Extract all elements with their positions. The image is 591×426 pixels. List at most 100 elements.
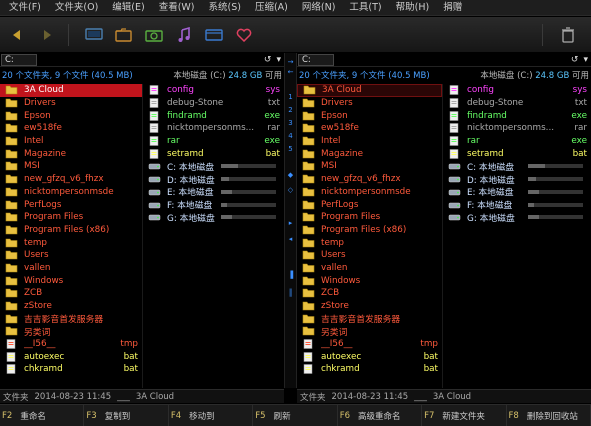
folder-row[interactable]: 3A Cloud bbox=[0, 84, 142, 97]
folder-row[interactable]: ZCB bbox=[0, 287, 142, 300]
arrow-right-icon[interactable]: → bbox=[285, 58, 296, 66]
tab-number[interactable]: 2 bbox=[285, 106, 296, 114]
file-row[interactable]: __I56__ tmp bbox=[0, 338, 142, 351]
window-icon[interactable] bbox=[201, 22, 227, 48]
folder-row[interactable]: Program Files (x86) bbox=[297, 224, 442, 237]
drive-selector[interactable]: C: bbox=[1, 53, 37, 66]
drive-row[interactable]: C: 本地磁盘 bbox=[443, 160, 591, 173]
folder-row[interactable]: 3A Cloud bbox=[297, 84, 442, 97]
refresh-icon[interactable]: ↺ bbox=[264, 55, 272, 65]
folder-row[interactable]: Intel bbox=[0, 135, 142, 148]
drive-row[interactable]: C: 本地磁盘 bbox=[143, 160, 284, 173]
chevron-down-icon[interactable]: ▾ bbox=[583, 55, 588, 65]
menu-item[interactable]: 文件(F) bbox=[2, 0, 48, 16]
menu-item[interactable]: 网络(N) bbox=[295, 0, 343, 16]
drive-row[interactable]: E: 本地磁盘 bbox=[443, 186, 591, 198]
chevron-down-icon[interactable]: ▾ bbox=[276, 55, 281, 65]
folder-row[interactable]: Magazine bbox=[0, 147, 142, 160]
arrow-left-small-icon[interactable]: ◂ bbox=[285, 235, 296, 243]
file-row[interactable]: autoexec bat bbox=[297, 350, 442, 363]
folder-row[interactable]: new_gfzq_v6_fhzx bbox=[0, 173, 142, 186]
file-row[interactable]: config sys bbox=[143, 84, 284, 97]
back-arrow-icon[interactable] bbox=[4, 22, 30, 48]
folder-row[interactable]: Epson bbox=[297, 109, 442, 122]
folder-row[interactable]: MSI bbox=[0, 160, 142, 173]
drive-row[interactable]: D: 本地磁盘 bbox=[143, 173, 284, 186]
folder-row[interactable]: 吉吉影音首发服务器 bbox=[0, 312, 142, 325]
arrow-left-icon[interactable]: ← bbox=[285, 68, 296, 76]
file-row[interactable]: config sys bbox=[443, 84, 591, 97]
heart-icon[interactable] bbox=[231, 22, 257, 48]
menu-item[interactable]: 文件夹(O) bbox=[48, 0, 105, 16]
folder-row[interactable]: nicktompersonmsde bbox=[0, 186, 142, 199]
menu-item[interactable]: 查看(W) bbox=[152, 0, 202, 16]
folder-row[interactable]: Program Files bbox=[0, 211, 142, 224]
menu-item[interactable]: 压缩(A) bbox=[248, 0, 295, 16]
folder-row[interactable]: ew518fe bbox=[297, 122, 442, 135]
drive-row[interactable]: G: 本地磁盘 bbox=[443, 211, 591, 224]
folder-row[interactable]: Drivers bbox=[297, 97, 442, 110]
tab-number[interactable]: 3 bbox=[285, 119, 296, 127]
function-key-f2[interactable]: F2 重命名 bbox=[0, 405, 85, 426]
drive-row[interactable]: G: 本地磁盘 bbox=[143, 211, 284, 224]
folder-row[interactable]: nicktompersonmsde bbox=[297, 186, 442, 199]
monitor-icon[interactable] bbox=[81, 22, 107, 48]
folder-row[interactable]: ew518fe bbox=[0, 122, 142, 135]
file-row[interactable]: rar exe bbox=[443, 135, 591, 148]
folder-row[interactable]: PerfLogs bbox=[0, 198, 142, 211]
drive-row[interactable]: D: 本地磁盘 bbox=[443, 173, 591, 186]
folder-row[interactable]: Program Files (x86) bbox=[0, 224, 142, 237]
tab-number[interactable]: 4 bbox=[285, 132, 296, 140]
folder-row[interactable]: Drivers bbox=[0, 97, 142, 110]
file-row[interactable]: findramd exe bbox=[443, 109, 591, 122]
folder-row[interactable]: Magazine bbox=[297, 147, 442, 160]
menu-item[interactable]: 帮助(H) bbox=[389, 0, 437, 16]
folder-row[interactable]: zStore bbox=[0, 300, 142, 313]
drive-row[interactable]: F: 本地磁盘 bbox=[443, 198, 591, 211]
forward-arrow-icon[interactable] bbox=[34, 22, 60, 48]
bars-icon[interactable]: ▐ bbox=[285, 271, 296, 279]
folder-row[interactable]: new_gfzq_v6_fhzx bbox=[297, 173, 442, 186]
folder-row[interactable]: Users bbox=[0, 249, 142, 262]
folder-row[interactable]: Program Files bbox=[297, 211, 442, 224]
folder-row[interactable]: Windows bbox=[297, 274, 442, 287]
function-key-f3[interactable]: F3 复制到 bbox=[84, 405, 169, 426]
folder-row[interactable]: Users bbox=[297, 249, 442, 262]
folder-row[interactable]: zStore bbox=[297, 300, 442, 313]
menu-item[interactable]: 工具(T) bbox=[342, 0, 388, 16]
folder-row[interactable]: temp bbox=[297, 236, 442, 249]
drive-row[interactable]: F: 本地磁盘 bbox=[143, 198, 284, 211]
menu-item[interactable]: 系统(S) bbox=[202, 0, 248, 16]
function-key-f6[interactable]: F6 高级重命名 bbox=[338, 405, 423, 426]
folder-row[interactable]: ZCB bbox=[297, 287, 442, 300]
trash-icon[interactable] bbox=[555, 22, 581, 48]
file-row[interactable]: debug-Stone txt bbox=[143, 97, 284, 110]
folders-icon[interactable] bbox=[111, 22, 137, 48]
folder-row[interactable]: PerfLogs bbox=[297, 198, 442, 211]
file-row[interactable]: setramd bat bbox=[443, 147, 591, 160]
file-row[interactable]: debug-Stone txt bbox=[443, 97, 591, 110]
file-row[interactable]: chkramd bat bbox=[0, 363, 142, 376]
folder-row[interactable]: 另类词 bbox=[297, 325, 442, 338]
columns-icon[interactable]: ║ bbox=[285, 289, 296, 297]
file-row[interactable]: findramd exe bbox=[143, 109, 284, 122]
diamond-icon[interactable]: ◆ bbox=[285, 171, 296, 179]
arrow-right-small-icon[interactable]: ▸ bbox=[285, 219, 296, 227]
refresh-icon[interactable]: ↺ bbox=[571, 55, 579, 65]
folder-row[interactable]: vallen bbox=[0, 262, 142, 275]
camera-icon[interactable] bbox=[141, 22, 167, 48]
folder-row[interactable]: temp bbox=[0, 236, 142, 249]
drive-selector[interactable]: C: bbox=[298, 53, 334, 66]
function-key-f8[interactable]: F8 删除到回收站 bbox=[507, 405, 591, 426]
menu-item[interactable]: 捐赠 bbox=[436, 0, 469, 16]
tab-number[interactable]: 5 bbox=[285, 145, 296, 153]
function-key-f5[interactable]: F5 刷新 bbox=[253, 405, 338, 426]
file-row[interactable]: setramd bat bbox=[143, 147, 284, 160]
folder-row[interactable]: MSI bbox=[297, 160, 442, 173]
folder-row[interactable]: Windows bbox=[0, 274, 142, 287]
file-row[interactable]: chkramd bat bbox=[297, 363, 442, 376]
music-icon[interactable] bbox=[171, 22, 197, 48]
folder-row[interactable]: 另类词 bbox=[0, 325, 142, 338]
menu-item[interactable]: 编辑(E) bbox=[105, 0, 151, 16]
file-row[interactable]: rar exe bbox=[143, 135, 284, 148]
